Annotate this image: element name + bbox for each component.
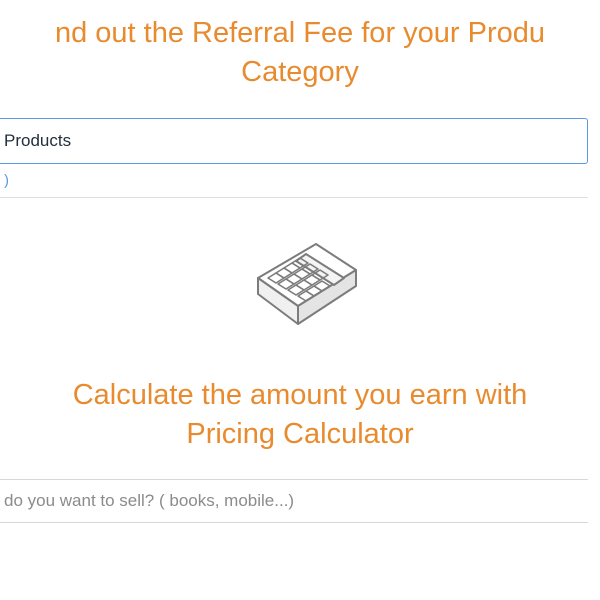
product-category-dropdown[interactable]: Products bbox=[0, 118, 588, 164]
calculator-illustration bbox=[0, 228, 600, 358]
dropdown-selected-value: Products bbox=[4, 131, 71, 151]
search-placeholder-text: do you want to sell? ( books, mobile...) bbox=[4, 491, 294, 511]
pricing-calculator-heading: Calculate the amount you earn with Prici… bbox=[0, 376, 600, 478]
secondary-row: ) bbox=[0, 164, 588, 198]
product-search-input[interactable]: do you want to sell? ( books, mobile...) bbox=[0, 479, 588, 523]
referral-fee-heading: nd out the Referral Fee for your Produ C… bbox=[0, 14, 600, 118]
secondary-row-text: ) bbox=[4, 172, 9, 189]
calculator-icon bbox=[230, 228, 370, 358]
